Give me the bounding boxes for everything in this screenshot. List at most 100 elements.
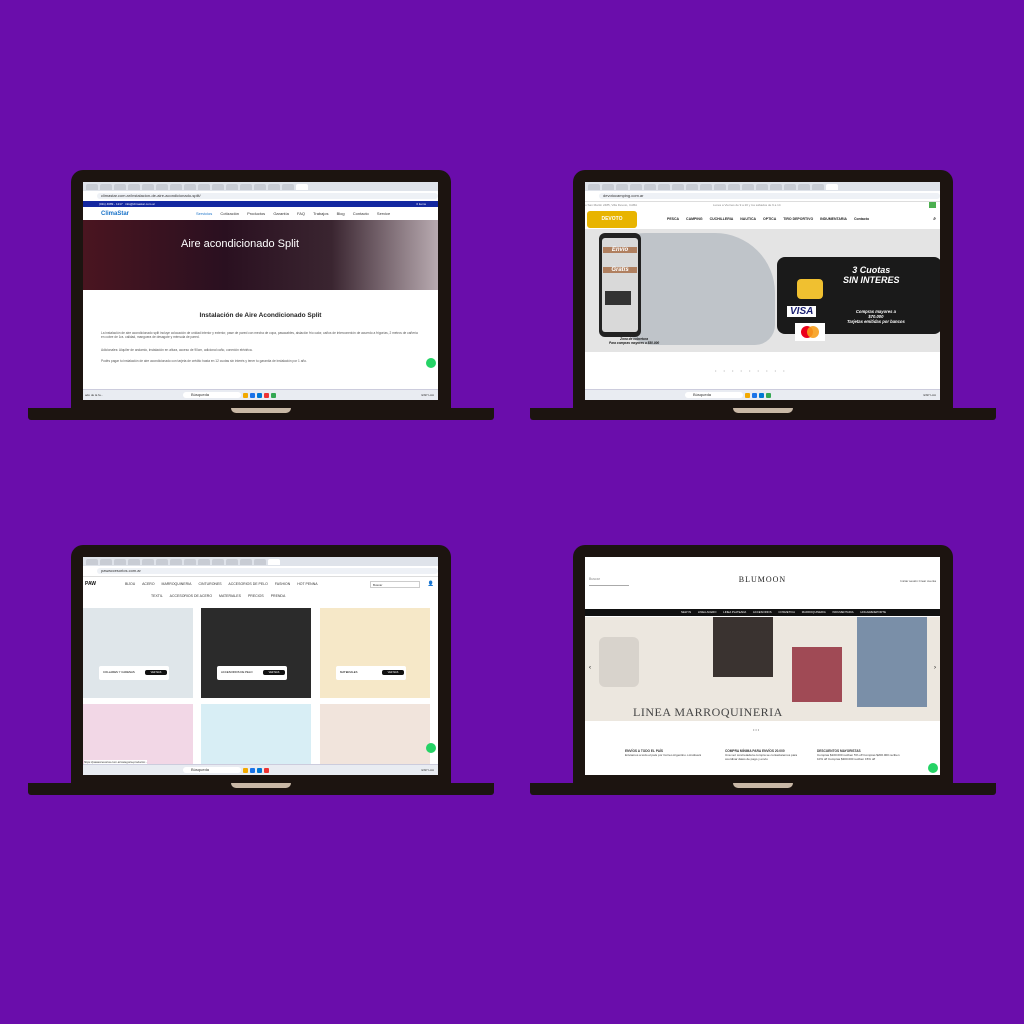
view-more-button[interactable]: VER MAS [382,670,404,675]
nav-item[interactable]: CAMPING [686,217,703,221]
nav-item[interactable]: HOGAR&DEPORTE [860,610,886,614]
social-icon[interactable] [929,202,936,208]
carousel-prev-icon[interactable]: ‹ [589,665,591,671]
nav-item[interactable]: PESCA [667,217,679,221]
edge-icon[interactable] [257,767,262,773]
search-icon[interactable]: ⌕ [933,216,936,222]
nav-item[interactable]: PRECIOS [248,594,264,598]
installments-line: 3 Cuotas [852,265,891,275]
url-field[interactable]: devotocamping.com.ar [599,193,940,199]
nav-item[interactable]: FAQ [297,211,305,216]
nav-item[interactable]: HOT PENNA [297,582,317,586]
nav-item[interactable]: COSMETICA [778,610,795,614]
url-field[interactable]: climastar.com.ar/instalacion-de-aire-aco… [97,193,438,199]
nav-item[interactable]: LINEA ACERO [698,610,717,614]
whatsapp-icon[interactable] [426,743,436,753]
nav-item[interactable]: INDUMENTARIA [832,610,853,614]
nav-item[interactable]: LINEA PLATEADA [723,610,746,614]
browser-icon[interactable] [250,767,255,773]
folder-icon[interactable] [243,767,248,773]
nav-item[interactable]: FASHION [275,582,290,586]
user-icon[interactable]: 👤 [428,581,434,587]
site-logo[interactable]: ClimaStar [101,211,196,217]
nav-item[interactable]: INDUMENTARIA [820,217,847,221]
nav-item[interactable]: NAUTICA [740,217,756,221]
hero-banner: Aire acondicionado Split [83,220,438,290]
screen-climastar: climastar.com.ar/instalacion-de-aire-aco… [83,182,438,400]
feature-shipping: ENVÍOS A TODO EL PAÍS Envíamos a todo el… [625,749,710,757]
site-logo[interactable]: DEVOTO [587,210,637,228]
mastercard-logo [795,323,825,341]
view-more-button[interactable]: VER MAS [145,670,167,675]
feature-text: Compras $100.000 reciben 5% off Compras … [817,753,900,761]
nav-item[interactable]: ACCESORIOS [753,610,772,614]
nav-item[interactable]: Productos [247,211,265,216]
category-tile[interactable] [83,704,193,764]
folder-icon[interactable] [243,392,248,398]
browser-icon[interactable] [752,392,757,398]
category-tile[interactable]: MATERIALES VER MAS [320,608,430,698]
whatsapp-icon[interactable] [928,763,938,773]
browser-tab-bar[interactable] [83,182,438,191]
nav-item[interactable]: ACCESORIOS DE PELO [228,582,267,586]
hours-text: Lunes a Viernes de 9 a 20 y los sábados … [713,203,781,207]
nav-item[interactable]: TEXTIL [151,594,163,598]
system-tray: ESP LAA [421,393,434,397]
whatsapp-icon[interactable] [426,358,436,368]
browser-tab-bar[interactable] [83,557,438,566]
site-logo[interactable]: BLUMOON [585,575,940,584]
laptop-lid: climastar.com.ar/instalacion-de-aire-aco… [71,170,451,408]
browser-tab-bar[interactable] [585,182,940,191]
category-tile[interactable]: COLLARES Y CADENAS VER MAS [83,608,193,698]
category-tile[interactable] [320,704,430,764]
feature-minimum: COMPRA MÍNIMA PARA ENVÍOS 20.000 Una vez… [725,749,810,761]
nav-item[interactable]: Contacto [854,217,869,221]
nav-item[interactable]: Trabajos [313,211,328,216]
nav-item[interactable]: MARROQUINERIA [802,610,826,614]
carousel-next-icon[interactable]: › [934,665,936,671]
nav-item[interactable]: MATERIALES [219,594,241,598]
nav-item[interactable]: Servicios [196,211,212,216]
nav-item[interactable]: TIRO DEPORTIVO [783,217,813,221]
laptop-lid: devotocamping.com.ar o San Martín 2485, … [573,170,953,408]
category-menu: NEW IN LINEA ACERO LINEA PLATEADA ACCESO… [585,609,940,616]
nav-item[interactable]: PRENDA [271,594,286,598]
app-icon[interactable] [271,392,276,398]
app-icon[interactable] [766,392,771,398]
nav-item[interactable]: CINTURONES [198,582,221,586]
taskbar-search[interactable]: Búsqueda [183,767,241,773]
search-input[interactable]: Buscar [370,581,420,588]
nav-item[interactable]: Garantía [273,211,289,216]
taskbar-search[interactable]: Búsqueda [183,392,241,398]
carousel-dots[interactable]: ••• [753,727,760,732]
installments-card: 3 Cuotas SIN INTERES VISA Compras mayore… [777,257,940,341]
site-logo[interactable]: PAW [85,581,107,593]
nav-item[interactable]: MARROQUINERIA [162,582,192,586]
nav-item[interactable]: Cotización [220,211,239,216]
carousel-dots[interactable]: • • • • • • • • • [715,368,788,373]
url-field[interactable]: pawaccesorios.com.ar [97,568,438,574]
category-tile[interactable]: ACCESORIOS DE PELO VER MAS [201,608,311,698]
feature-wholesale: DESCUENTOS MAYORISTAS Compras $100.000 r… [817,749,902,761]
nav-item[interactable]: ACCESORIOS DE ACERO [170,594,212,598]
category-label: MATERIALES VER MAS [336,666,406,680]
nav-item[interactable]: Blog [337,211,345,216]
shipping-label: Gratis [603,267,637,273]
nav-item[interactable]: BIJOU [125,582,135,586]
account-links[interactable]: Iniciar sesión Crear cuenta [900,579,936,583]
nav-item[interactable]: Contacto [353,211,369,216]
nav-item[interactable]: Service [377,211,390,216]
view-more-button[interactable]: VER MAS [263,670,285,675]
category-tile[interactable] [201,704,311,764]
edge-icon[interactable] [759,392,764,398]
nav-item[interactable]: OPTICA [763,217,776,221]
nav-item[interactable]: NEW IN [681,610,691,614]
folder-icon[interactable] [745,392,750,398]
app-icon[interactable] [264,767,269,773]
taskbar-search[interactable]: Búsqueda [685,392,743,398]
app-icon[interactable] [264,392,269,398]
browser-icon[interactable] [250,392,255,398]
nav-item[interactable]: CUCHILLERIA [710,217,734,221]
edge-icon[interactable] [257,392,262,398]
nav-item[interactable]: ACERO [142,582,154,586]
